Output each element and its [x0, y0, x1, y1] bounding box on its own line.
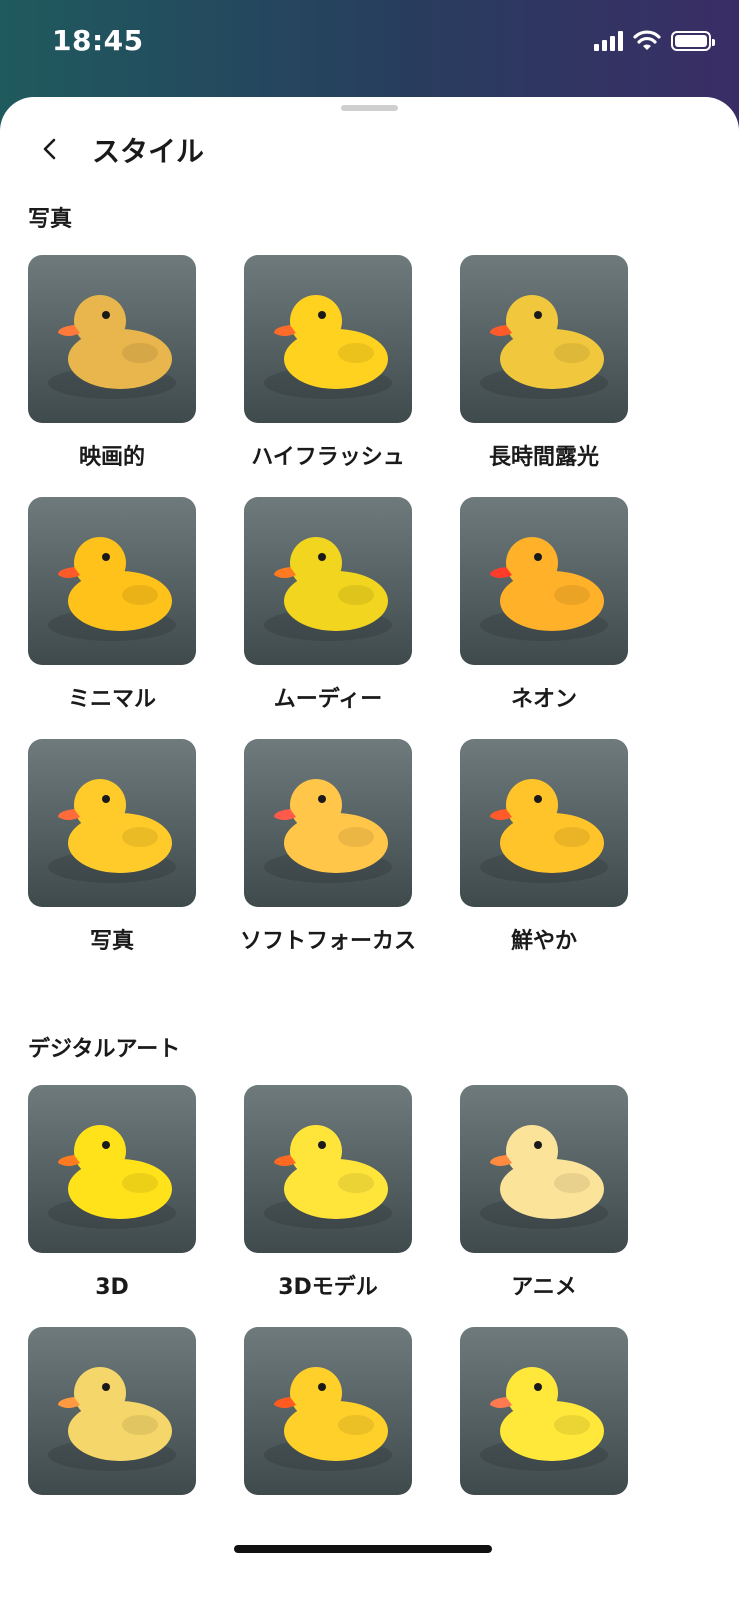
style-tile[interactable]: 長時間露光 [460, 255, 628, 477]
style-thumbnail[interactable] [28, 739, 196, 907]
style-label: アニメ [511, 1275, 577, 1300]
rubber-duck-image [28, 1327, 196, 1495]
sheet-grabber[interactable] [341, 105, 398, 111]
style-label: ネオン [510, 687, 577, 712]
style-sheet: スタイル 写真 映画的 ハイフラッシュ 長時間露光 ミニマル ムーディー ネオン 写真 ソフト… [0, 97, 739, 1600]
style-tile[interactable]: ムーディー [244, 497, 412, 719]
digital-art-style-grid: 3D 3Dモデル アニメ [28, 1085, 688, 1495]
rubber-duck-image [244, 739, 412, 907]
style-thumbnail[interactable] [244, 497, 412, 665]
style-label: 3D [95, 1275, 129, 1300]
rubber-duck-image [244, 497, 412, 665]
section-title-digital-art: デジタルアート [28, 1037, 181, 1062]
back-button[interactable] [30, 129, 70, 169]
style-thumbnail[interactable] [244, 1085, 412, 1253]
style-label: 長時間露光 [488, 445, 599, 470]
style-tile[interactable]: ハイフラッシュ [244, 255, 412, 477]
style-tile[interactable]: ミニマル [28, 497, 196, 719]
home-indicator [234, 1545, 492, 1553]
rubber-duck-image [28, 255, 196, 423]
cellular-signal-icon [594, 31, 623, 51]
chevron-left-icon [43, 138, 56, 160]
style-tile[interactable]: 3D [28, 1085, 196, 1307]
status-icons [594, 30, 715, 52]
style-label: 写真 [89, 929, 134, 954]
page-title: スタイル [92, 135, 205, 168]
style-label: 鮮やか [510, 929, 577, 954]
rubber-duck-image [28, 497, 196, 665]
style-label: 3Dモデル [278, 1275, 378, 1300]
rubber-duck-image [28, 1085, 196, 1253]
style-tile[interactable] [460, 1327, 628, 1495]
style-thumbnail[interactable] [28, 255, 196, 423]
style-tile[interactable]: 鮮やか [460, 739, 628, 961]
style-thumbnail[interactable] [460, 739, 628, 907]
rubber-duck-image [28, 739, 196, 907]
battery-icon [671, 31, 715, 51]
style-thumbnail[interactable] [244, 1327, 412, 1495]
rubber-duck-image [460, 739, 628, 907]
status-time: 18:45 [52, 24, 144, 57]
style-tile[interactable]: アニメ [460, 1085, 628, 1307]
style-thumbnail[interactable] [460, 497, 628, 665]
style-label: ムーディー [273, 687, 383, 712]
style-label: ソフトフォーカス [239, 929, 416, 954]
style-thumbnail[interactable] [244, 255, 412, 423]
rubber-duck-image [460, 1085, 628, 1253]
status-bar: 18:45 [0, 0, 739, 100]
section-title-photo: 写真 [28, 207, 73, 232]
style-tile[interactable]: 3Dモデル [244, 1085, 412, 1307]
style-tile[interactable]: 写真 [28, 739, 196, 961]
style-label: 映画的 [78, 445, 145, 470]
style-tile[interactable] [28, 1327, 196, 1495]
rubber-duck-image [460, 497, 628, 665]
wifi-icon [633, 30, 661, 50]
style-label: ミニマル [67, 687, 156, 712]
style-thumbnail[interactable] [460, 255, 628, 423]
rubber-duck-image [244, 1085, 412, 1253]
style-thumbnail[interactable] [460, 1327, 628, 1495]
style-label: ハイフラッシュ [251, 445, 405, 470]
rubber-duck-image [244, 1327, 412, 1495]
photo-style-grid: 映画的 ハイフラッシュ 長時間露光ミニマル ムーディー ネオン写真 ソフトフォーカス 鮮やか [28, 255, 688, 961]
style-tile[interactable]: ネオン [460, 497, 628, 719]
sheet-header: スタイル [0, 127, 739, 177]
style-tile[interactable]: 映画的 [28, 255, 196, 477]
rubber-duck-image [460, 255, 628, 423]
rubber-duck-image [244, 255, 412, 423]
style-tile[interactable]: ソフトフォーカス [240, 739, 416, 961]
style-thumbnail[interactable] [28, 1327, 196, 1495]
style-thumbnail[interactable] [28, 1085, 196, 1253]
rubber-duck-image [460, 1327, 628, 1495]
style-tile[interactable] [244, 1327, 412, 1495]
style-thumbnail[interactable] [244, 739, 412, 907]
style-thumbnail[interactable] [460, 1085, 628, 1253]
style-thumbnail[interactable] [28, 497, 196, 665]
